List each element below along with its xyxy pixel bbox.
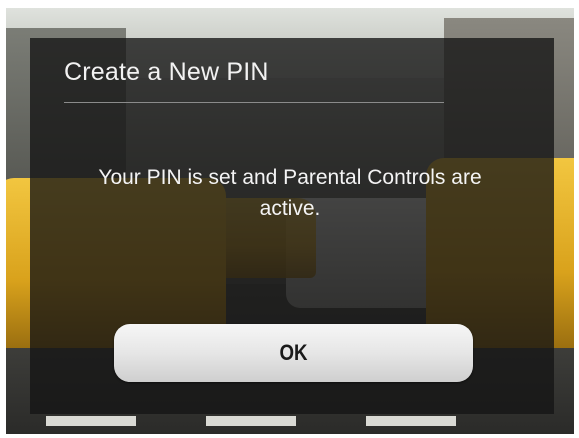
screen: Create a New PIN Your PIN is set and Par… (0, 0, 579, 438)
pin-dialog: Create a New PIN Your PIN is set and Par… (30, 38, 554, 414)
dialog-title: Create a New PIN (64, 58, 269, 86)
ok-button[interactable]: OK (114, 324, 473, 382)
dialog-message: Your PIN is set and Parental Controls ar… (98, 166, 482, 220)
title-divider (64, 102, 444, 103)
crosswalk-stripe (46, 416, 136, 426)
crosswalk-stripe (206, 416, 296, 426)
ok-button-label: OK (279, 340, 308, 365)
crosswalk-stripe (366, 416, 456, 426)
